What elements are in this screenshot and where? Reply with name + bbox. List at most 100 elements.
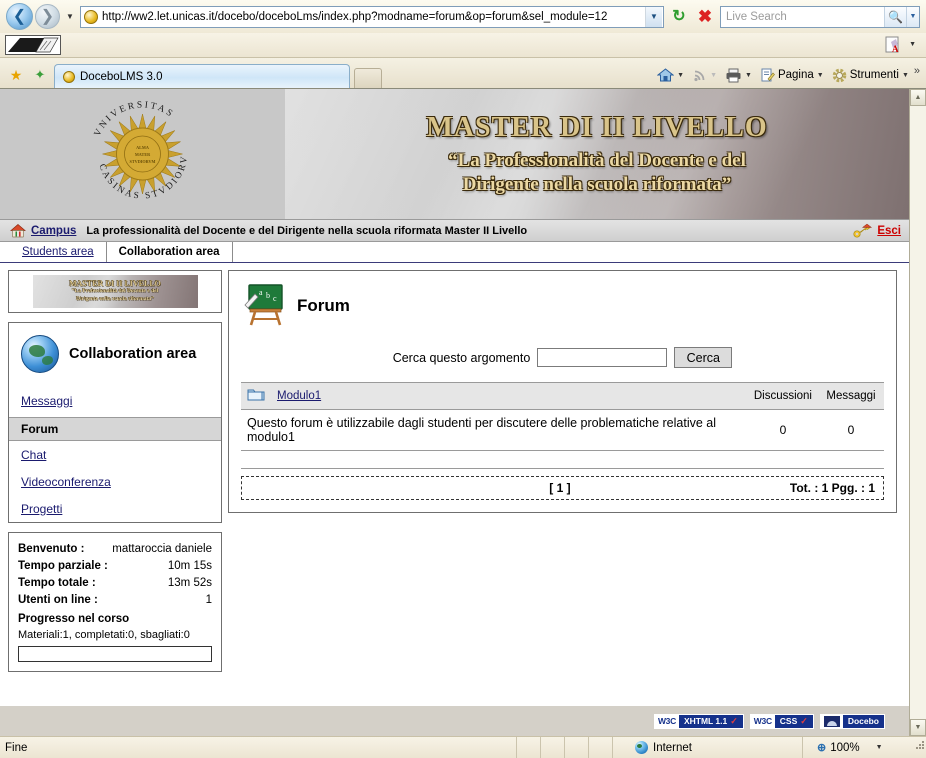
page-viewport: ALMA MATER STVDIORVM VNIVERSITAS CASINAS…	[0, 88, 926, 736]
home-button[interactable]: ▼	[654, 64, 687, 86]
badge-docebo[interactable]: Docebo	[819, 713, 885, 729]
info-label-utenti-online: Utenti on line :	[18, 594, 98, 606]
table-spacer-row	[241, 450, 884, 469]
info-value-tempo-parziale: 10m 15s	[167, 560, 212, 572]
progress-heading: Progresso nel corso	[18, 613, 130, 625]
folder-cell	[241, 382, 271, 410]
forum-messages-count: 0	[818, 409, 884, 451]
sidebar-item-videoconferenza[interactable]: Videoconferenza	[9, 468, 221, 495]
search-icon[interactable]: 🔍	[884, 6, 906, 27]
forum-module-link[interactable]: Modulo1	[277, 390, 321, 402]
campus-home-icon[interactable]	[10, 223, 26, 239]
browser-search-field[interactable]: Live Search 🔍 ▼	[720, 5, 920, 28]
sidebar-item-chat-label[interactable]: Chat	[21, 448, 46, 462]
feeds-button[interactable]: ▼	[689, 64, 720, 86]
badge-xhtml-w3c: W3C	[654, 714, 679, 728]
print-button[interactable]: ▼	[722, 64, 755, 86]
search-provider-caret-icon[interactable]: ▼	[906, 6, 919, 27]
sidebar: MASTER DI II LIVELLO “La Professionalità…	[0, 270, 228, 706]
sidebar-item-progetti[interactable]: Progetti	[9, 495, 221, 522]
badge-css[interactable]: W3C CSS ✓	[749, 713, 814, 729]
badge-xhtml[interactable]: W3C XHTML 1.1 ✓	[653, 713, 744, 729]
favorites-center-icon[interactable]: ★	[6, 62, 26, 88]
security-zone[interactable]: Internet	[612, 736, 802, 758]
key-house-icon[interactable]	[853, 223, 873, 239]
feeds-caret-icon[interactable]: ▼	[710, 72, 717, 79]
resize-grip-icon	[916, 740, 924, 749]
page-menu-button[interactable]: Pagina ▼	[757, 64, 827, 86]
page-menu-caret-icon[interactable]: ▼	[817, 72, 824, 79]
forum-panel: a b c Forum Cerca questo argomento Cerca…	[228, 270, 897, 513]
info-label-benvenuto: Benvenuto :	[18, 543, 85, 555]
blackboard-icon: a b c	[243, 283, 287, 329]
svg-text:STVDIORVM: STVDIORVM	[130, 159, 156, 164]
pdf-icon[interactable]: A	[885, 36, 902, 54]
resize-grip[interactable]	[912, 737, 926, 758]
browser-command-bar: ▼ ▼ ▼ Pagina ▼ Strumenti ▼ »	[654, 62, 926, 88]
refresh-button[interactable]: ↻	[668, 6, 690, 28]
forward-button[interactable]: ❯	[35, 4, 60, 29]
forum-name-cell: Modulo1	[271, 382, 748, 410]
sidebar-item-messaggi-label[interactable]: Messaggi	[21, 394, 72, 408]
address-field[interactable]: http://ww2.let.unicas.it/docebo/doceboLm…	[80, 5, 664, 28]
browser-tab[interactable]: DoceboLMS 3.0	[54, 64, 350, 88]
info-row-benvenuto: Benvenuto : mattaroccia daniele	[18, 541, 212, 558]
campus-link[interactable]: Campus	[31, 225, 76, 237]
folder-icon	[247, 387, 265, 402]
home-caret-icon[interactable]: ▼	[677, 72, 684, 79]
new-tab-button[interactable]	[354, 68, 382, 88]
status-cell-4	[588, 736, 612, 758]
snapshot-icon[interactable]	[5, 35, 61, 55]
tab-collaboration-area[interactable]: Collaboration area	[107, 242, 233, 262]
page-menu-label: Pagina	[777, 69, 814, 81]
toolbar-overflow-icon[interactable]: »	[914, 65, 920, 85]
forward-arrow-icon: ❯	[40, 7, 55, 25]
forum-search-button[interactable]: Cerca	[674, 347, 733, 368]
add-to-favorites-icon[interactable]: ✦	[30, 62, 50, 88]
scroll-up-icon[interactable]: ▲	[910, 89, 926, 106]
status-cell-3	[564, 736, 588, 758]
page-title: Forum	[297, 296, 350, 315]
sidebar-menu-box: Collaboration area Messaggi Forum Chat V…	[8, 322, 222, 523]
forum-table-header-row: Modulo1 Discussioni Messaggi	[241, 382, 884, 410]
stop-button[interactable]: ✖	[694, 6, 716, 28]
scroll-down-icon[interactable]: ▼	[910, 719, 926, 736]
sidebar-item-chat[interactable]: Chat	[9, 441, 221, 468]
tools-menu-caret-icon[interactable]: ▼	[902, 72, 909, 79]
page-scrollbar[interactable]: ▲ ▼	[909, 89, 926, 736]
sidebar-header: Collaboration area	[9, 323, 221, 387]
page-footer: W3C XHTML 1.1 ✓ W3C CSS ✓ Docebo	[0, 706, 909, 736]
badge-xhtml-label: XHTML 1.1 ✓	[678, 714, 743, 728]
browser-tab-label: DoceboLMS 3.0	[80, 70, 163, 83]
tools-menu-button[interactable]: Strumenti ▼	[829, 64, 912, 86]
pdf-caret-icon[interactable]: ▼	[909, 41, 916, 48]
zoom-control[interactable]: ⊕ 100% ▼	[802, 736, 912, 758]
pagination-pages[interactable]: [ 1 ]	[330, 481, 790, 495]
recent-pages-caret-icon[interactable]: ▼	[64, 12, 76, 21]
address-dropdown-caret-icon[interactable]: ▼	[645, 6, 662, 27]
university-seal-icon: ALMA MATER STVDIORVM VNIVERSITAS CASINAS…	[85, 95, 199, 210]
svg-text:c: c	[273, 294, 277, 303]
print-caret-icon[interactable]: ▼	[745, 72, 752, 79]
browser-window: ❮ ❯ ▼ http://ww2.let.unicas.it/docebo/do…	[0, 0, 926, 758]
badge-css-label: CSS ✓	[774, 714, 813, 728]
back-button[interactable]: ❮	[6, 3, 33, 30]
zoom-caret-icon[interactable]: ▼	[876, 744, 883, 751]
forum-search-input[interactable]	[537, 348, 668, 367]
tabs-filler	[233, 242, 909, 262]
zoom-level-label: 100%	[830, 741, 860, 754]
tab-students-area[interactable]: Students area	[10, 242, 107, 262]
address-field-value: http://ww2.let.unicas.it/docebo/doceboLm…	[102, 10, 608, 23]
logout-link[interactable]: Esci	[877, 225, 901, 237]
sidebar-item-videoconferenza-label[interactable]: Videoconferenza	[21, 475, 111, 489]
close-x-icon: ✖	[697, 7, 713, 26]
browser-extra-toolbar: A ▼	[0, 33, 926, 58]
globe-icon	[21, 335, 59, 373]
table-row: Questo forum è utilizzabile dagli studen…	[241, 409, 884, 451]
sidebar-item-progetti-label[interactable]: Progetti	[21, 502, 62, 516]
status-cell-1	[516, 736, 540, 758]
sidebar-item-messaggi[interactable]: Messaggi	[9, 387, 221, 417]
scrollbar-track[interactable]	[910, 106, 926, 719]
printer-icon	[726, 68, 741, 82]
sidebar-mini-banner: MASTER DI II LIVELLO “La Professionalità…	[9, 271, 221, 312]
